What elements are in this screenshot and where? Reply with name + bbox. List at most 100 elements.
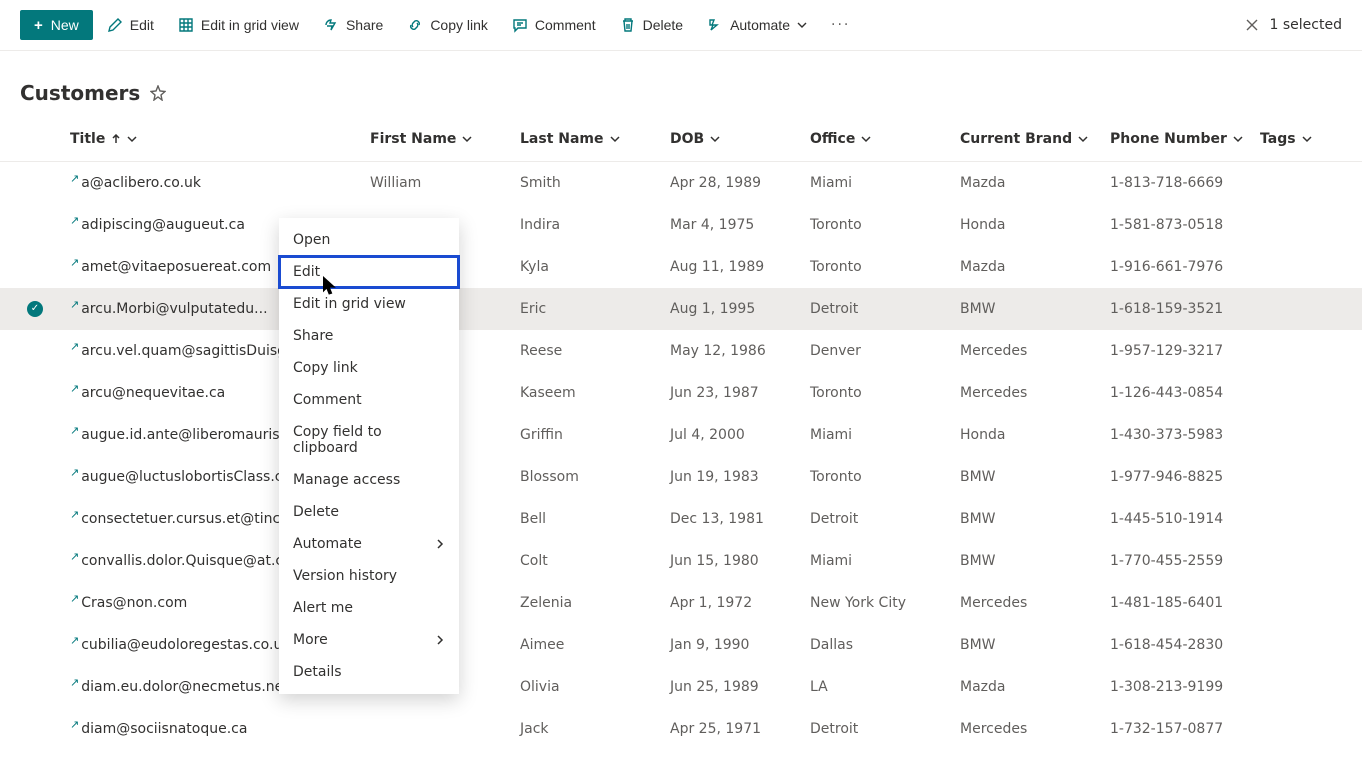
cell-dob: May 12, 1986: [670, 343, 810, 359]
table-row[interactable]: ↗augue@luctuslobortisClass.co.uk⋮Blossom…: [0, 456, 1362, 498]
context-menu-item-copy-link[interactable]: Copy link: [279, 352, 459, 384]
comment-icon: [512, 17, 528, 33]
cell-office: New York City: [810, 595, 960, 611]
table-row[interactable]: ↗arcu@nequevitae.ca⋮KaseemJun 23, 1987To…: [0, 372, 1362, 414]
column-header-dob[interactable]: DOB: [670, 131, 810, 147]
edit-button[interactable]: Edit: [97, 10, 164, 40]
cell-brand: Mazda: [960, 175, 1110, 191]
cell-phone: 1-977-946-8825: [1110, 469, 1260, 485]
table-row[interactable]: ↗arcu.vel.quam@sagittisDuisgravid⋮ReeseM…: [0, 330, 1362, 372]
chevron-down-icon: [1302, 134, 1312, 144]
title-cell[interactable]: ↗diam@sociisnatoque.ca⋮: [70, 721, 370, 737]
cell-dob: Aug 11, 1989: [670, 259, 810, 275]
automate-button[interactable]: Automate: [697, 10, 817, 40]
command-bar: + New Edit Edit in grid view Share Copy …: [0, 0, 1362, 51]
trash-icon: [620, 17, 636, 33]
context-menu-item-details[interactable]: Details: [279, 656, 459, 688]
cell-last: Olivia: [520, 679, 670, 695]
chevron-down-icon: [1233, 134, 1243, 144]
item-link-icon: ↗: [70, 382, 79, 395]
title-cell[interactable]: ↗a@aclibero.co.uk⋮: [70, 175, 370, 191]
column-header-tags[interactable]: Tags: [1260, 131, 1360, 147]
cell-brand: Mazda: [960, 679, 1110, 695]
column-header-phone-number[interactable]: Phone Number: [1110, 131, 1260, 147]
table-header-row: Title First Name Last Name DOB Office Cu…: [0, 123, 1362, 162]
table-row[interactable]: ↗diam@sociisnatoque.ca⋮JackApr 25, 1971D…: [0, 708, 1362, 750]
cell-office: Detroit: [810, 721, 960, 737]
cell-office: Miami: [810, 553, 960, 569]
cell-office: Detroit: [810, 511, 960, 527]
cell-brand: BMW: [960, 511, 1110, 527]
chevron-down-icon: [1078, 134, 1088, 144]
table-row[interactable]: ↗diam.eu.dolor@necmetus.net⋮OliviaJun 25…: [0, 666, 1362, 708]
cell-phone: 1-618-454-2830: [1110, 637, 1260, 653]
cell-office: Toronto: [810, 217, 960, 233]
cell-phone: 1-618-159-3521: [1110, 301, 1260, 317]
table-row[interactable]: ↗a@aclibero.co.uk⋮WilliamSmithApr 28, 19…: [0, 162, 1362, 204]
table-row[interactable]: ↗amet@vitaeposuereat.com⋮KylaAug 11, 198…: [0, 246, 1362, 288]
cell-dob: Aug 1, 1995: [670, 301, 810, 317]
table-row[interactable]: ✓↗arcu.Morbi@vulputatedu...⋮EricAug 1, 1…: [0, 288, 1362, 330]
row-selected-check-icon[interactable]: ✓: [27, 301, 43, 317]
cell-brand: Mazda: [960, 259, 1110, 275]
chevron-down-icon: [610, 134, 620, 144]
context-menu-item-more[interactable]: More: [279, 624, 459, 656]
comment-button[interactable]: Comment: [502, 10, 606, 40]
table-row[interactable]: ↗convallis.dolor.Quisque@at.co.uk⋮ColtJu…: [0, 540, 1362, 582]
cell-brand: Honda: [960, 217, 1110, 233]
cell-brand: Honda: [960, 427, 1110, 443]
delete-button[interactable]: Delete: [610, 10, 693, 40]
item-link-icon: ↗: [70, 676, 79, 689]
cell-phone: 1-445-510-1914: [1110, 511, 1260, 527]
copy-link-button[interactable]: Copy link: [397, 10, 498, 40]
context-menu-item-manage-access[interactable]: Manage access: [279, 464, 459, 496]
cell-brand: BMW: [960, 553, 1110, 569]
column-header-office[interactable]: Office: [810, 131, 960, 147]
context-menu-item-edit[interactable]: Edit: [279, 256, 459, 288]
edit-grid-button[interactable]: Edit in grid view: [168, 10, 309, 40]
column-header-first-name[interactable]: First Name: [370, 131, 520, 147]
context-menu-item-open[interactable]: Open: [279, 224, 459, 256]
cell-last: Smith: [520, 175, 670, 191]
context-menu-item-comment[interactable]: Comment: [279, 384, 459, 416]
column-header-current-brand[interactable]: Current Brand: [960, 131, 1110, 147]
table-row[interactable]: ↗cubilia@eudoloregestas.co.uk⋮AimeeJan 9…: [0, 624, 1362, 666]
page-title: Customers: [20, 81, 140, 105]
context-menu-item-alert-me[interactable]: Alert me: [279, 592, 459, 624]
item-link-icon: ↗: [70, 298, 79, 311]
cell-office: Miami: [810, 175, 960, 191]
table-row[interactable]: ↗Cras@non.com⋮ZeleniaApr 1, 1972New York…: [0, 582, 1362, 624]
cell-phone: 1-770-455-2559: [1110, 553, 1260, 569]
share-button[interactable]: Share: [313, 10, 393, 40]
item-link-icon: ↗: [70, 424, 79, 437]
column-header-last-name[interactable]: Last Name: [520, 131, 670, 147]
new-button[interactable]: + New: [20, 10, 93, 40]
context-menu-item-automate[interactable]: Automate: [279, 528, 459, 560]
pencil-icon: [107, 17, 123, 33]
cell-first: William: [370, 175, 520, 191]
cell-last: Kyla: [520, 259, 670, 275]
cell-office: Miami: [810, 427, 960, 443]
context-menu-item-version-history[interactable]: Version history: [279, 560, 459, 592]
context-menu-item-delete[interactable]: Delete: [279, 496, 459, 528]
chevron-down-icon: [710, 134, 720, 144]
table-row[interactable]: ↗augue.id.ante@liberomaurisaliqua⋮Griffi…: [0, 414, 1362, 456]
cell-last: Colt: [520, 553, 670, 569]
context-menu-item-share[interactable]: Share: [279, 320, 459, 352]
context-menu-item-edit-in-grid-view[interactable]: Edit in grid view: [279, 288, 459, 320]
table-row[interactable]: ↗adipiscing@augueut.ca⋮BrennanIndiraMar …: [0, 204, 1362, 246]
column-header-title[interactable]: Title: [70, 131, 370, 147]
item-link-icon: ↗: [70, 340, 79, 353]
table-row[interactable]: ↗consectetuer.cursus.et@tinciduntD⋮BellD…: [0, 498, 1362, 540]
item-link-icon: ↗: [70, 172, 79, 185]
context-menu-item-copy-field-to-clipboard[interactable]: Copy field to clipboard: [279, 416, 459, 464]
cell-dob: Apr 25, 1971: [670, 721, 810, 737]
cell-last: Indira: [520, 217, 670, 233]
selection-count[interactable]: 1 selected: [1244, 17, 1342, 33]
star-icon[interactable]: [150, 85, 166, 101]
cell-dob: Jun 19, 1983: [670, 469, 810, 485]
cell-office: Toronto: [810, 259, 960, 275]
cell-last: Kaseem: [520, 385, 670, 401]
cell-dob: Apr 1, 1972: [670, 595, 810, 611]
more-actions-button[interactable]: ···: [821, 10, 860, 40]
